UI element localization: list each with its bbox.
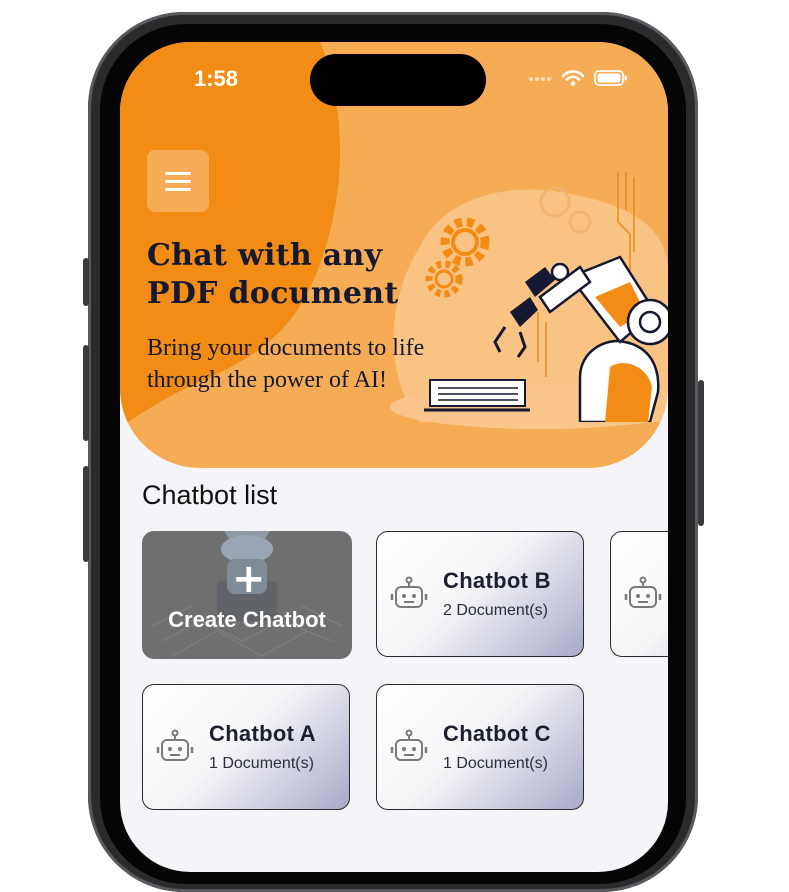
status-time: 1:58 xyxy=(194,66,239,91)
robot-icon xyxy=(390,576,428,608)
chatbot-document-count: 1 Document(s) xyxy=(209,755,314,772)
wifi-icon xyxy=(562,70,584,86)
phone-volume-down-button xyxy=(83,466,89,562)
dynamic-island xyxy=(310,54,486,106)
create-chatbot-label: Create Chatbot xyxy=(168,607,326,632)
hero-subtitle: Bring your documents to life through the… xyxy=(147,335,425,393)
chatbot-document-count: 2 Document(s) xyxy=(443,602,548,619)
chatbot-name: Chatbot B xyxy=(443,568,551,593)
chatbot-card-partial[interactable] xyxy=(610,531,668,657)
cellular-icon xyxy=(529,77,551,81)
robot-arm-illustration xyxy=(424,172,668,422)
chatbot-card[interactable]: Chatbot C 1 Document(s) xyxy=(376,684,584,810)
app-screen: 1:58 Chat with any PDF document Bring yo… xyxy=(120,42,668,872)
hero-banner: 1:58 Chat with any PDF document Bring yo… xyxy=(120,42,668,468)
menu-icon-line xyxy=(165,179,191,183)
chatbot-card[interactable]: Chatbot B 2 Document(s) xyxy=(376,531,584,657)
gear-icon xyxy=(425,260,463,298)
menu-icon-line xyxy=(165,187,191,191)
battery-icon xyxy=(594,70,627,86)
plus-icon: + xyxy=(232,556,266,602)
phone-side-button xyxy=(83,258,89,306)
section-title: Chatbot list xyxy=(142,480,278,510)
status-icons xyxy=(528,70,628,86)
document-stack xyxy=(424,379,530,412)
menu-button[interactable] xyxy=(147,150,209,212)
phone-power-button xyxy=(698,380,704,526)
chatbot-name: Chatbot C xyxy=(443,721,551,746)
robot-icon xyxy=(390,729,428,761)
robot-icon xyxy=(624,576,662,608)
gear-icon xyxy=(440,217,490,267)
chatbot-name: Chatbot A xyxy=(209,721,316,746)
create-chatbot-card[interactable]: + Create Chatbot xyxy=(142,531,352,659)
robot-icon xyxy=(156,729,194,761)
hero-title: Chat with any PDF document xyxy=(147,238,399,311)
chatbot-document-count: 1 Document(s) xyxy=(443,755,548,772)
chatbot-card[interactable]: Chatbot A 1 Document(s) xyxy=(142,684,350,810)
phone-volume-up-button xyxy=(83,345,89,441)
menu-icon-line xyxy=(165,171,191,175)
